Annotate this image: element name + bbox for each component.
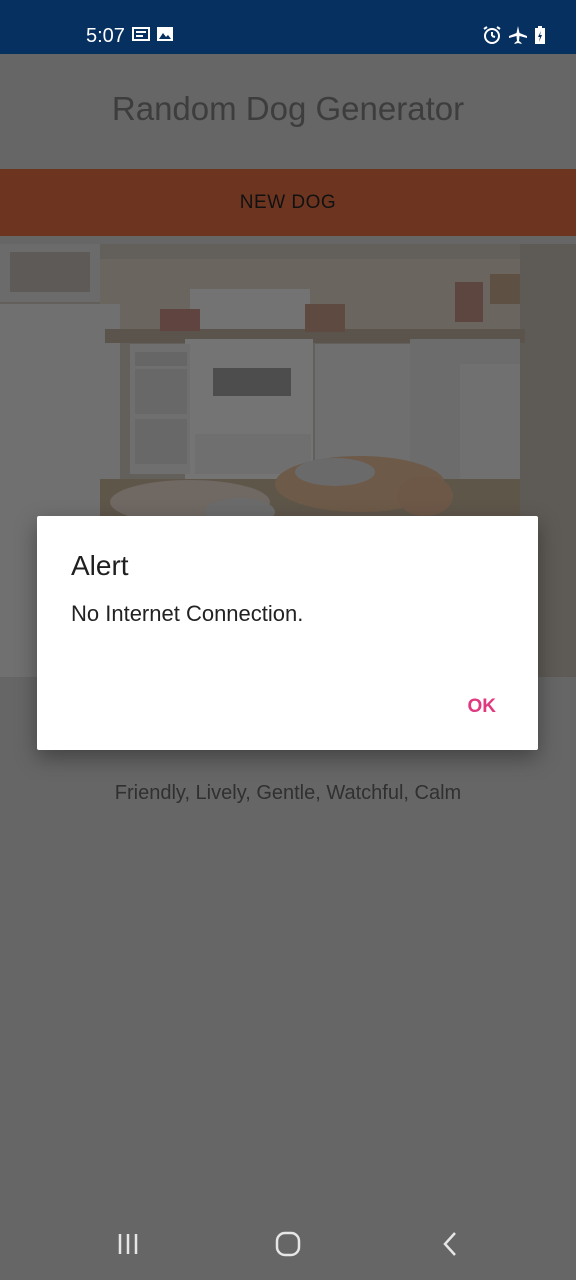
alarm-icon	[482, 25, 502, 50]
battery-charging-icon	[534, 25, 546, 50]
airplane-mode-icon	[508, 25, 528, 50]
notification-card-icon	[132, 26, 150, 47]
home-button[interactable]	[268, 1230, 308, 1262]
alert-title: Alert	[71, 550, 129, 581]
status-left-icons	[132, 26, 174, 47]
status-right-icons	[482, 25, 546, 50]
status-time: 5:07	[86, 25, 125, 47]
status-bar: 5:07	[0, 0, 576, 54]
back-button[interactable]	[430, 1230, 470, 1262]
navigation-bar	[0, 1212, 576, 1280]
home-icon	[274, 1230, 302, 1263]
app-title: Random Dog Generator	[111, 90, 465, 127]
new-dog-button[interactable]: NEW DOG	[0, 169, 576, 236]
recent-apps-icon	[116, 1232, 140, 1261]
alert-message: No Internet Connection.	[71, 601, 304, 626]
back-icon	[440, 1231, 460, 1262]
recent-apps-button[interactable]	[108, 1230, 148, 1262]
image-icon	[156, 26, 174, 47]
ok-button[interactable]: OK	[462, 692, 503, 722]
temperament-text: Friendly, Lively, Gentle, Watchful, Calm	[114, 782, 462, 804]
alert-dialog: Alert No Internet Connection. OK	[37, 516, 538, 750]
